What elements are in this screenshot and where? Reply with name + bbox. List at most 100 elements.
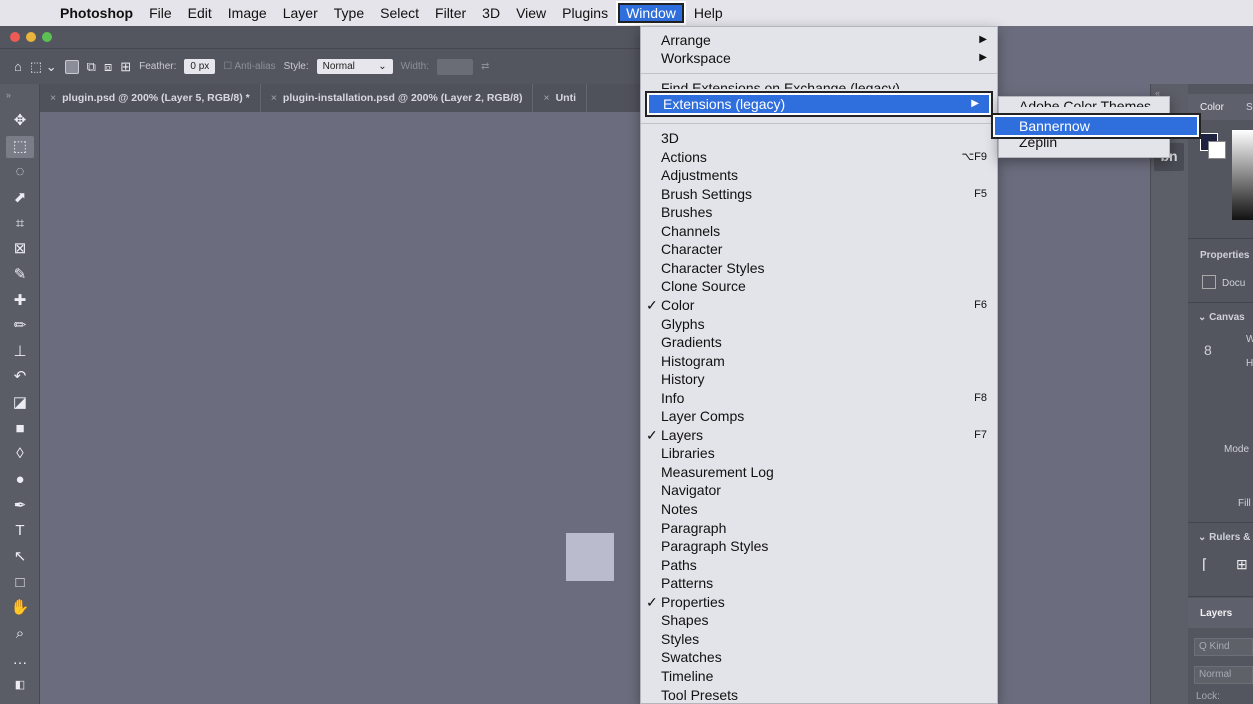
menubar-app-name[interactable]: Photoshop xyxy=(52,5,141,21)
menu-item-histogram[interactable]: Histogram xyxy=(641,352,997,370)
brush-tool-icon[interactable]: ✏ xyxy=(6,315,34,337)
menubar-file[interactable]: File xyxy=(141,5,180,21)
tab-plugin-installation[interactable]: × plugin-installation.psd @ 200% (Layer 2… xyxy=(261,84,534,112)
rectangle-tool-icon[interactable]: □ xyxy=(6,572,34,594)
menu-item-brushes[interactable]: Brushes xyxy=(641,203,997,221)
menu-item-paragraph-styles[interactable]: Paragraph Styles xyxy=(641,537,997,555)
zoom-tool-icon[interactable]: ⌕ xyxy=(6,623,34,645)
type-tool-icon[interactable]: T xyxy=(6,520,34,542)
tab-layers[interactable]: Layers xyxy=(1200,608,1232,619)
tab-untitled[interactable]: × Unti xyxy=(533,84,587,112)
menu-item-channels[interactable]: Channels xyxy=(641,222,997,240)
menu-item-swatches[interactable]: Swatches xyxy=(641,648,997,666)
menu-item-arrange[interactable]: Arrange ▶ xyxy=(641,31,997,49)
menubar-edit[interactable]: Edit xyxy=(180,5,220,21)
menu-item-libraries[interactable]: Libraries xyxy=(641,444,997,462)
menu-item-character-styles[interactable]: Character Styles xyxy=(641,259,997,277)
close-tab-icon[interactable]: × xyxy=(543,92,549,104)
dodge-tool-icon[interactable]: ● xyxy=(6,469,34,491)
hand-tool-icon[interactable]: ✋ xyxy=(6,597,34,619)
menu-item-3d[interactable]: 3D xyxy=(641,129,997,147)
background-color-swatch[interactable] xyxy=(1208,141,1226,159)
menu-item-layer-comps[interactable]: Layer Comps xyxy=(641,407,997,425)
menubar-plugins[interactable]: Plugins xyxy=(554,5,616,21)
menu-item-info[interactable]: Info F8 xyxy=(641,389,997,407)
lasso-tool-icon[interactable]: ◌ xyxy=(6,161,34,183)
object-select-tool-icon[interactable]: ⬈ xyxy=(6,187,34,209)
home-icon[interactable]: ⌂ xyxy=(14,59,22,74)
marquee-tool-icon[interactable]: ⬚ xyxy=(6,136,34,158)
menu-item-shapes[interactable]: Shapes xyxy=(641,611,997,629)
swap-icon[interactable]: ⇄ xyxy=(481,61,489,72)
menubar-view[interactable]: View xyxy=(508,5,554,21)
menu-item-actions[interactable]: Actions ⌥F9 xyxy=(641,148,997,166)
width-input[interactable] xyxy=(437,58,473,75)
menubar-select[interactable]: Select xyxy=(372,5,427,21)
path-select-tool-icon[interactable]: ↖ xyxy=(6,546,34,568)
menu-item-clone-source[interactable]: Clone Source xyxy=(641,277,997,295)
pen-tool-icon[interactable]: ✒ xyxy=(6,495,34,517)
tab-swatches[interactable]: S xyxy=(1246,102,1253,113)
menubar-type[interactable]: Type xyxy=(326,5,372,21)
menu-item-glyphs[interactable]: Glyphs xyxy=(641,315,997,333)
submenu-item-adobe-color-themes[interactable]: Adobe Color Themes xyxy=(999,99,1169,107)
menu-item-find-extensions[interactable]: Find Extensions on Exchange (legacy)... xyxy=(641,79,997,89)
ruler-icon[interactable]: ⌈ xyxy=(1202,556,1207,573)
clone-stamp-tool-icon[interactable]: ⊥ xyxy=(6,341,34,363)
feather-input[interactable]: 0 px xyxy=(184,59,216,74)
link-icon[interactable]: 8 xyxy=(1204,342,1212,358)
crop-tool-icon[interactable]: ⌗ xyxy=(6,213,34,235)
minimize-window-icon[interactable] xyxy=(26,32,36,42)
menu-item-timeline[interactable]: Timeline xyxy=(641,667,997,685)
healing-brush-tool-icon[interactable]: ✚ xyxy=(6,290,34,312)
menubar-3d[interactable]: 3D xyxy=(474,5,508,21)
menu-item-extensions-legacy[interactable]: Extensions (legacy) ▶ xyxy=(647,93,991,115)
tab-color[interactable]: Color xyxy=(1200,102,1224,113)
color-picker-field[interactable] xyxy=(1232,130,1253,220)
move-tool-icon[interactable]: ✥ xyxy=(6,110,34,132)
rulers-section[interactable]: ⌄ Rulers & xyxy=(1198,532,1250,543)
menu-item-brush-settings[interactable]: Brush Settings F5 xyxy=(641,185,997,203)
canvas-section[interactable]: ⌄ Canvas xyxy=(1198,312,1245,323)
menu-item-history[interactable]: History xyxy=(641,370,997,388)
close-tab-icon[interactable]: × xyxy=(271,92,277,104)
color-swap-icon[interactable]: ◧ xyxy=(6,674,34,696)
subtract-selection-icon[interactable]: ⧈ xyxy=(104,59,112,75)
menu-item-styles[interactable]: Styles xyxy=(641,630,997,648)
more-tools-icon[interactable]: … xyxy=(6,649,34,671)
eyedropper-tool-icon[interactable]: ✎ xyxy=(6,264,34,286)
menu-item-properties[interactable]: ✓ Properties xyxy=(641,593,997,611)
tab-plugin[interactable]: × plugin.psd @ 200% (Layer 5, RGB/8) * xyxy=(40,84,261,112)
menubar-window[interactable]: Window xyxy=(616,1,686,25)
frame-tool-icon[interactable]: ⊠ xyxy=(6,238,34,260)
menu-item-color[interactable]: ✓ Color F6 xyxy=(641,296,997,314)
menu-item-character[interactable]: Character xyxy=(641,240,997,258)
eraser-tool-icon[interactable]: ◪ xyxy=(6,392,34,414)
menu-item-navigator[interactable]: Navigator xyxy=(641,481,997,499)
menu-item-tool-presets[interactable]: Tool Presets xyxy=(641,686,997,704)
layer-kind-filter[interactable]: Q Kind xyxy=(1194,638,1253,656)
zoom-window-icon[interactable] xyxy=(42,32,52,42)
submenu-item-zeplin[interactable]: Zeplin xyxy=(999,139,1169,151)
menubar-filter[interactable]: Filter xyxy=(427,5,474,21)
history-brush-tool-icon[interactable]: ↶ xyxy=(6,366,34,388)
add-selection-icon[interactable]: ⧉ xyxy=(87,59,96,75)
blur-tool-icon[interactable]: ◊ xyxy=(6,443,34,465)
menu-item-layers[interactable]: ✓ Layers F7 xyxy=(641,426,997,444)
menubar-image[interactable]: Image xyxy=(220,5,275,21)
menu-item-patterns[interactable]: Patterns xyxy=(641,574,997,592)
menubar-layer[interactable]: Layer xyxy=(275,5,326,21)
menubar-help[interactable]: Help xyxy=(686,5,731,21)
close-tab-icon[interactable]: × xyxy=(50,92,56,104)
menu-item-gradients[interactable]: Gradients xyxy=(641,333,997,351)
style-select[interactable]: Normal ⌄ xyxy=(316,59,393,74)
new-selection-icon[interactable] xyxy=(64,59,79,74)
anti-alias-checkbox[interactable]: ☐ Anti-alias xyxy=(223,61,275,72)
menu-item-paragraph[interactable]: Paragraph xyxy=(641,519,997,537)
collapse-toolbar-icon[interactable]: » xyxy=(6,84,34,106)
gradient-tool-icon[interactable]: ■ xyxy=(6,418,34,440)
close-window-icon[interactable] xyxy=(10,32,20,42)
menu-item-adjustments[interactable]: Adjustments xyxy=(641,166,997,184)
menu-item-measurement-log[interactable]: Measurement Log xyxy=(641,463,997,481)
intersect-selection-icon[interactable]: ⊞ xyxy=(120,59,131,75)
